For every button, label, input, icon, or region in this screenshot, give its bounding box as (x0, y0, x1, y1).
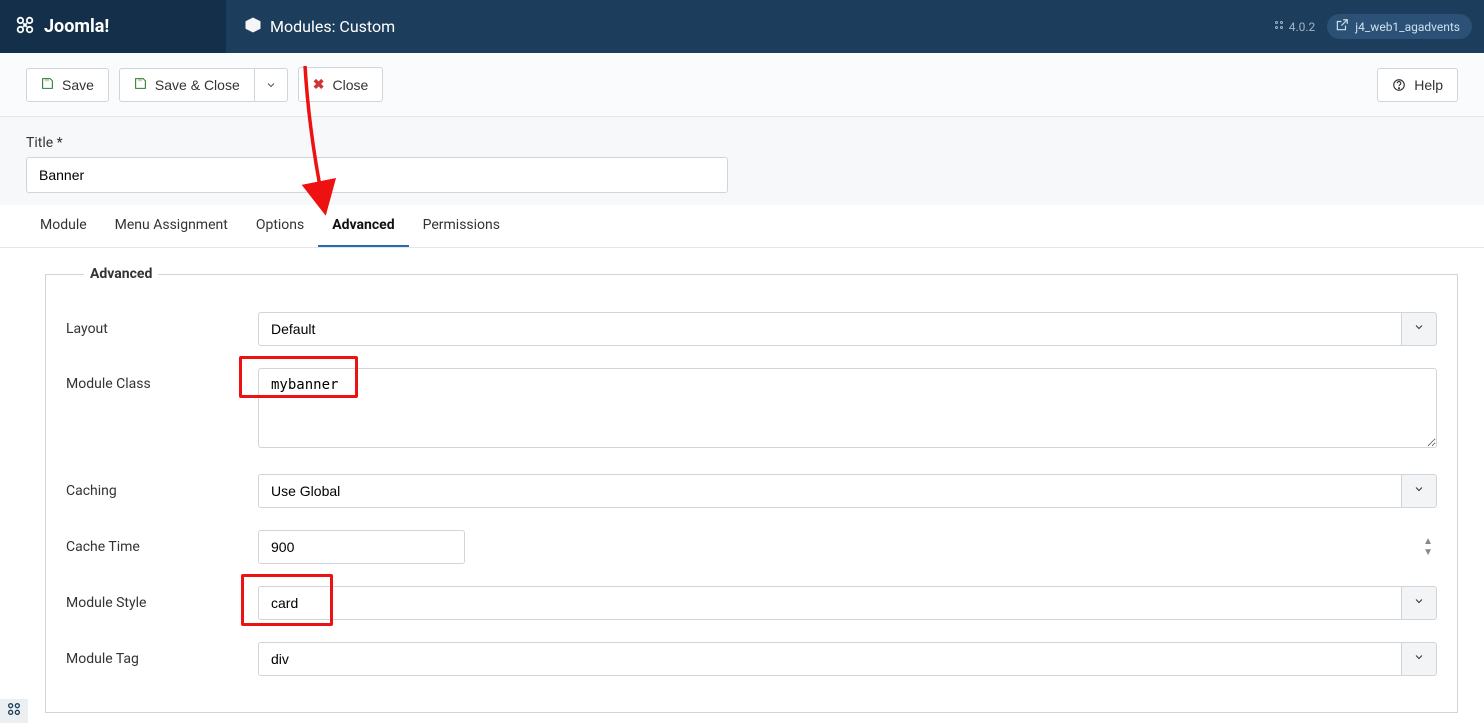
label-module-style: Module Style (66, 595, 258, 611)
chevron-down-icon (1413, 595, 1425, 611)
module-tag-select-toggle[interactable] (1401, 642, 1437, 676)
chevron-down-icon (1413, 651, 1425, 667)
save-close-label: Save & Close (155, 77, 240, 93)
label-layout: Layout (66, 321, 258, 337)
chevron-down-icon (265, 79, 277, 91)
module-style-select[interactable] (258, 586, 1401, 620)
brand-text: Joomla! (44, 16, 109, 37)
label-module-class: Module Class (66, 368, 258, 392)
row-layout: Layout (66, 312, 1437, 346)
row-module-style: Module Style (66, 586, 1437, 620)
help-button[interactable]: Help (1377, 68, 1458, 102)
save-label: Save (62, 77, 94, 93)
cube-icon (244, 16, 262, 38)
layout-select[interactable] (258, 312, 1401, 346)
version-text: 4.0.2 (1289, 20, 1316, 34)
cache-time-input[interactable] (258, 530, 465, 564)
tab-advanced[interactable]: Advanced (318, 205, 408, 247)
tab-options[interactable]: Options (242, 205, 318, 247)
close-icon: ✖ (313, 76, 325, 93)
save-icon (134, 77, 147, 93)
chevron-down-icon (1413, 483, 1425, 499)
layout-select-toggle[interactable] (1401, 312, 1437, 346)
row-module-tag: Module Tag (66, 642, 1437, 676)
page-header: Modules: Custom (226, 16, 1273, 38)
mini-menu-stub[interactable] (0, 699, 28, 723)
joomla-logo-icon (14, 14, 44, 40)
close-label: Close (332, 77, 368, 93)
joomla-mini-icon (6, 701, 22, 721)
row-module-class: Module Class mybanner (66, 368, 1437, 452)
advanced-fieldset: Advanced Layout Module Class mybanner (45, 266, 1458, 713)
help-label: Help (1414, 77, 1443, 93)
caching-select[interactable] (258, 474, 1401, 508)
module-class-input[interactable]: mybanner (258, 368, 1437, 448)
label-cache-time: Cache Time (66, 539, 258, 555)
row-caching: Caching (66, 474, 1437, 508)
advanced-content: Advanced Layout Module Class mybanner (0, 248, 1484, 713)
close-button[interactable]: ✖ Close (298, 67, 384, 102)
label-module-tag: Module Tag (66, 651, 258, 667)
page-title: Modules: Custom (270, 17, 395, 36)
tab-menu-assignment[interactable]: Menu Assignment (101, 205, 242, 247)
save-close-button[interactable]: Save & Close (119, 68, 255, 102)
save-icon (41, 77, 54, 93)
save-button[interactable]: Save (26, 68, 109, 102)
tabs: Module Menu Assignment Options Advanced … (0, 205, 1484, 248)
tab-permissions[interactable]: Permissions (409, 205, 514, 247)
title-label: Title * (26, 135, 1458, 151)
top-header: Joomla! Modules: Custom 4.0.2 j4_web1_ag… (0, 0, 1484, 53)
save-close-dropdown[interactable] (255, 68, 288, 102)
save-close-group: Save & Close (119, 68, 288, 102)
title-area: Title * (0, 117, 1484, 205)
site-pill[interactable]: j4_web1_agadvents (1327, 14, 1472, 39)
tab-module[interactable]: Module (26, 205, 101, 247)
module-style-select-toggle[interactable] (1401, 586, 1437, 620)
help-icon (1392, 78, 1406, 92)
number-stepper-icon: ▲▼ (1423, 536, 1433, 558)
module-tag-select[interactable] (258, 642, 1401, 676)
external-link-icon (1335, 18, 1349, 35)
chevron-down-icon (1413, 321, 1425, 337)
action-toolbar: Save Save & Close ✖ Close Help (0, 53, 1484, 117)
joomla-mini-icon (1273, 19, 1285, 34)
brand-area: Joomla! (0, 0, 226, 53)
row-cache-time: Cache Time ▲▼ (66, 530, 1437, 564)
caching-select-toggle[interactable] (1401, 474, 1437, 508)
fieldset-legend: Advanced (84, 266, 158, 282)
site-name: j4_web1_agadvents (1355, 20, 1460, 34)
version-badge: 4.0.2 (1273, 19, 1316, 34)
label-caching: Caching (66, 483, 258, 499)
title-input[interactable] (26, 157, 728, 193)
